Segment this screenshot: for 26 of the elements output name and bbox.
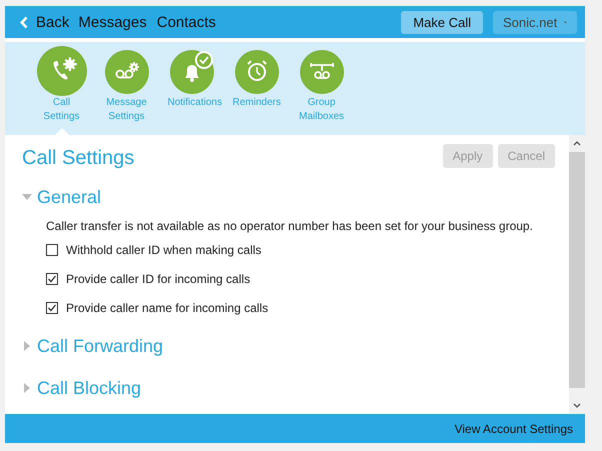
nav-link[interactable]: Messages: [78, 14, 147, 30]
settings-tab[interactable]: Message Settings: [95, 46, 158, 135]
expand-icon: [22, 383, 32, 393]
account-dropdown[interactable]: Sonic.net: [493, 10, 577, 34]
info-text: Caller transfer is not available as no operator number has been set for your business group.: [46, 219, 534, 233]
checkbox-option[interactable]: Withhold caller ID when making calls: [46, 235, 569, 264]
expand-icon: [22, 341, 32, 351]
section-header[interactable]: General: [22, 179, 102, 215]
settings-tab[interactable]: Notifications: [160, 46, 223, 135]
checkbox-option[interactable]: Provide caller ID for incoming calls: [46, 264, 569, 293]
section-header[interactable]: Call Forwarding: [22, 328, 164, 364]
section-header[interactable]: Call Blocking: [22, 370, 142, 406]
make-call-button[interactable]: Make Call: [401, 10, 483, 34]
back-icon: [20, 16, 28, 28]
checkbox-option[interactable]: Provide caller name for incoming calls: [46, 293, 569, 322]
checkbox[interactable]: [46, 244, 58, 256]
checkbox[interactable]: [46, 272, 58, 284]
settings-tab[interactable]: Group Mailboxes: [290, 46, 353, 135]
expand-icon: [22, 192, 32, 202]
nav-link[interactable]: Contacts: [156, 14, 216, 30]
page-title: Call Settings: [22, 146, 134, 170]
back-link[interactable]: Back: [20, 14, 70, 30]
scrollbar[interactable]: [569, 135, 585, 414]
account-settings-link[interactable]: View Account Settings: [454, 422, 573, 436]
checkbox[interactable]: [46, 302, 58, 314]
settings-tab[interactable]: Reminders: [225, 46, 288, 135]
